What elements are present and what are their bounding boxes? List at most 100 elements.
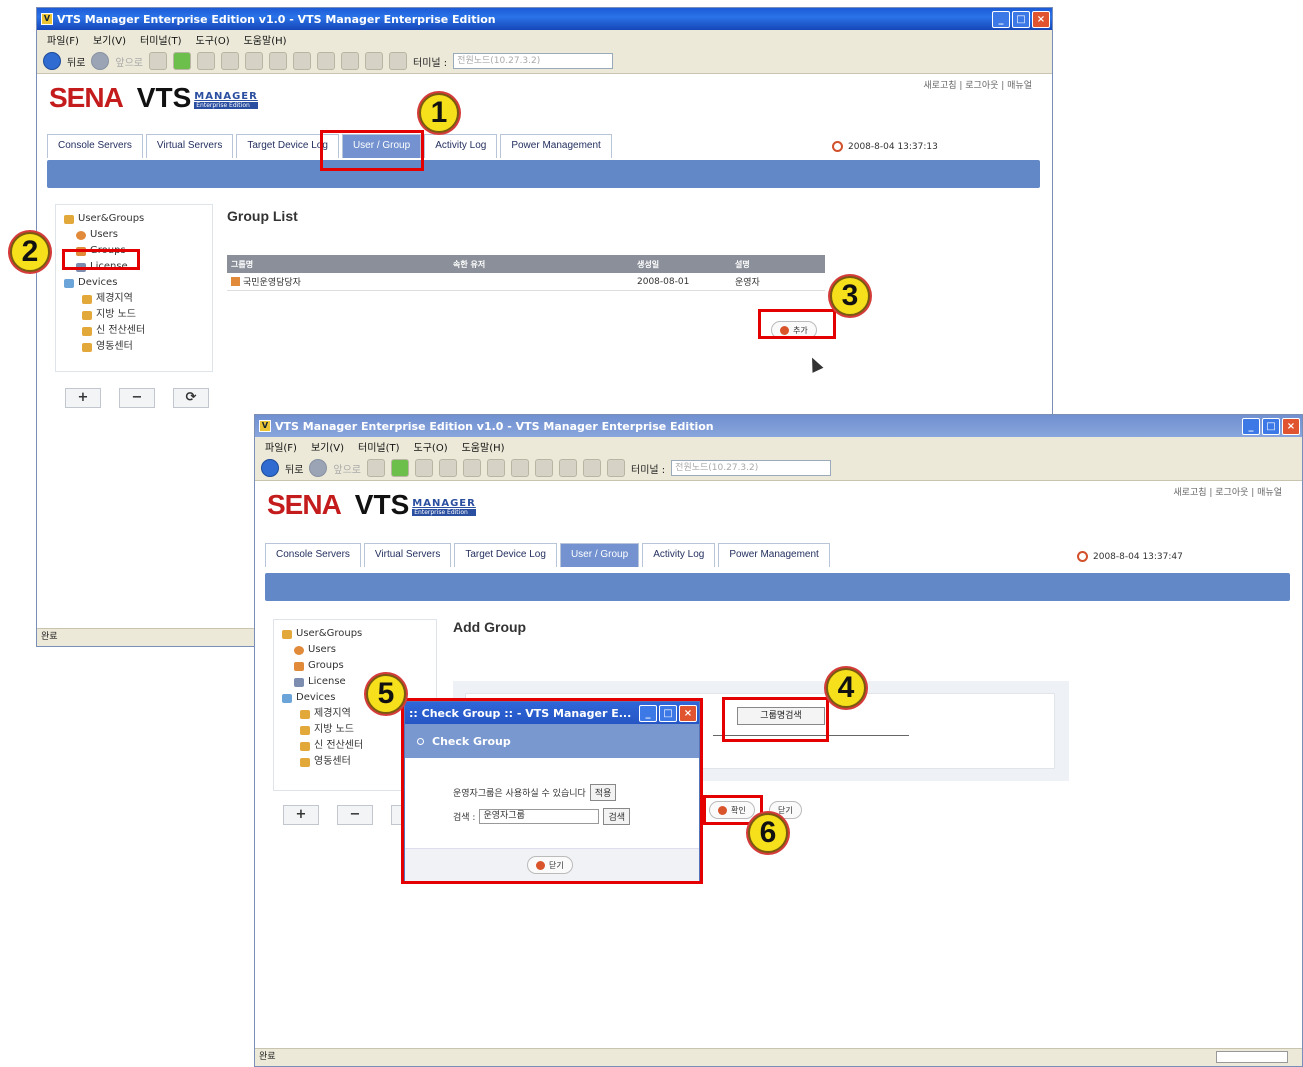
forward-label[interactable]: 앞으로 (333, 461, 361, 476)
remove-node-button[interactable]: − (337, 805, 373, 825)
tree-root[interactable]: User&Groups (282, 626, 428, 642)
tree-item-users[interactable]: Users (64, 227, 204, 243)
refresh-icon[interactable] (173, 52, 192, 70)
menu-tools[interactable]: 도구(O) (414, 439, 448, 454)
terminal-label: 터미널 : (413, 57, 448, 69)
minimize-icon[interactable]: _ (1242, 417, 1260, 435)
maximize-icon[interactable]: □ (1262, 417, 1280, 435)
blue-banner (265, 573, 1290, 601)
toolbar: 뒤로 앞으로 터미널 : 전원노드(10.27.3.2) (255, 456, 1302, 481)
minimize-icon[interactable]: _ (992, 10, 1010, 28)
tab-console-servers[interactable]: Console Servers (47, 134, 143, 158)
tree-root[interactable]: User&Groups (64, 211, 204, 227)
tab-user-group[interactable]: User / Group (559, 543, 640, 567)
connect-icon[interactable] (197, 52, 216, 70)
print-icon[interactable] (221, 52, 240, 70)
tab-target-device-log[interactable]: Target Device Log (454, 543, 557, 567)
terminal-select[interactable]: 전원노드(10.27.3.2) (671, 460, 832, 476)
folder-icon (282, 629, 292, 639)
menu-view[interactable]: 보기(V) (93, 32, 126, 47)
close-icon[interactable]: × (1282, 417, 1300, 435)
table-header: 그룹명 속한 유저 생성일 설명 (227, 255, 825, 273)
config-icon[interactable] (389, 52, 408, 70)
forward-icon[interactable] (91, 52, 110, 70)
layout1-icon[interactable] (293, 52, 312, 70)
nav-tree: User&Groups Users Groups License Devices… (55, 204, 213, 372)
add-node-button[interactable]: + (283, 805, 319, 825)
menu-help[interactable]: 도움말(H) (244, 32, 287, 47)
layout2-icon[interactable] (317, 52, 336, 70)
connect-icon[interactable] (415, 459, 434, 477)
tab-power-management[interactable]: Power Management (500, 134, 612, 158)
group-list-heading: Group List (227, 208, 298, 224)
blue-banner (47, 160, 1040, 188)
layout3-icon[interactable] (341, 52, 360, 70)
top-links[interactable]: 새로고침 | 로그아웃 | 매뉴얼 (1173, 485, 1282, 498)
toolbar: 뒤로 앞으로 터미널 : 전원노드(10.27.3.2) (37, 49, 1052, 74)
highlight-box-group-search (722, 697, 829, 742)
col-desc: 설명 (735, 259, 750, 269)
tree-item-users[interactable]: Users (282, 642, 428, 658)
menu-tools[interactable]: 도구(O) (196, 32, 230, 47)
tree-item-devices[interactable]: Devices (64, 275, 204, 291)
refresh-tree-button[interactable]: ⟳ (173, 388, 209, 408)
tab-activity-log[interactable]: Activity Log (642, 543, 716, 567)
app-icon: V (259, 420, 271, 432)
datetime: 2008-8-04 13:37:13 (832, 141, 938, 152)
menu-file[interactable]: 파일(F) (47, 32, 79, 47)
layout3-icon[interactable] (559, 459, 578, 477)
folder-icon (300, 741, 310, 751)
stop-icon[interactable] (149, 52, 168, 70)
edit-icon[interactable] (487, 459, 506, 477)
tree-item-new-center[interactable]: 신 전산센터 (64, 323, 204, 339)
tree-item-local-node[interactable]: 지방 노드 (64, 307, 204, 323)
back-label[interactable]: 뒤로 (285, 461, 303, 476)
table-row[interactable]: 국민운영담당자 2008-08-01 운영자 (227, 273, 825, 291)
tab-virtual-servers[interactable]: Virtual Servers (145, 134, 234, 158)
close-icon[interactable]: × (1032, 10, 1050, 28)
maximize-icon[interactable]: □ (1012, 10, 1030, 28)
terminal-select[interactable]: 전원노드(10.27.3.2) (453, 53, 614, 69)
tree-item-region[interactable]: 제경지역 (64, 291, 204, 307)
add-group-heading: Add Group (453, 619, 527, 635)
print-icon[interactable] (439, 459, 458, 477)
callout-6: 6 (748, 813, 788, 853)
back-label[interactable]: 뒤로 (67, 54, 85, 69)
back-icon[interactable] (261, 459, 279, 477)
folder-icon (300, 757, 310, 767)
tab-activity-log[interactable]: Activity Log (424, 134, 498, 158)
top-links[interactable]: 새로고침 | 로그아웃 | 매뉴얼 (923, 78, 1032, 91)
tab-power-management[interactable]: Power Management (718, 543, 830, 567)
back-icon[interactable] (43, 52, 61, 70)
folder-icon (82, 326, 92, 336)
menu-help[interactable]: 도움말(H) (462, 439, 505, 454)
devices-icon (282, 693, 292, 703)
menu-terminal[interactable]: 터미널(T) (140, 32, 182, 47)
tree-item-license[interactable]: License (282, 674, 428, 690)
edit-icon[interactable] (269, 52, 288, 70)
config-icon[interactable] (607, 459, 626, 477)
folder-icon (82, 342, 92, 352)
tool-icon[interactable] (583, 459, 602, 477)
layout2-icon[interactable] (535, 459, 554, 477)
tree-buttons: + − ⟳ (65, 388, 209, 408)
save-icon[interactable] (245, 52, 264, 70)
layout1-icon[interactable] (511, 459, 530, 477)
forward-icon[interactable] (309, 459, 328, 477)
status-bar: 완료 (255, 1048, 1302, 1066)
group-icon (231, 277, 240, 286)
menu-file[interactable]: 파일(F) (265, 439, 297, 454)
stop-icon[interactable] (367, 459, 386, 477)
tool-icon[interactable] (365, 52, 384, 70)
save-icon[interactable] (463, 459, 482, 477)
tree-item-groups[interactable]: Groups (282, 658, 428, 674)
remove-node-button[interactable]: − (119, 388, 155, 408)
add-node-button[interactable]: + (65, 388, 101, 408)
tab-console-servers[interactable]: Console Servers (265, 543, 361, 567)
refresh-icon[interactable] (391, 459, 410, 477)
forward-label[interactable]: 앞으로 (115, 54, 143, 69)
tree-item-yeongdong[interactable]: 영동센터 (64, 339, 204, 355)
tab-virtual-servers[interactable]: Virtual Servers (363, 543, 452, 567)
menu-view[interactable]: 보기(V) (311, 439, 344, 454)
menu-terminal[interactable]: 터미널(T) (358, 439, 400, 454)
